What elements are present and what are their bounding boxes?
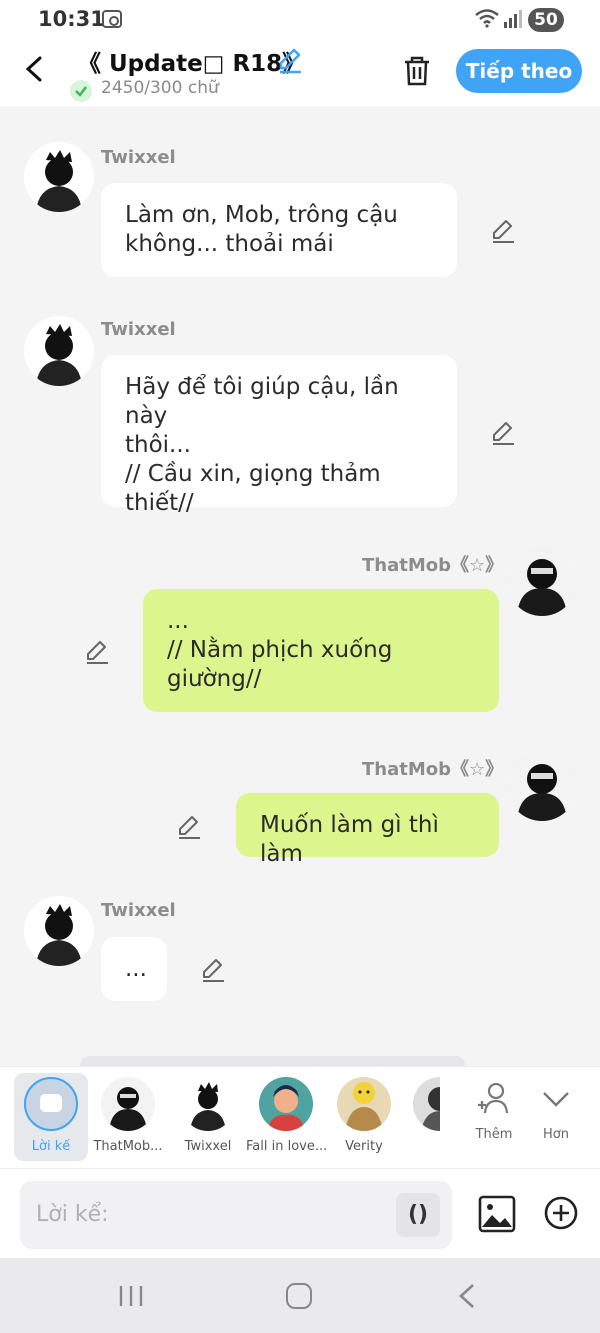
character-bar: Lời kế ThatMob... Twixxel Fall in love..… [0, 1066, 600, 1168]
add-character-button[interactable]: Thêm [464, 1081, 524, 1142]
add-circle-icon[interactable] [543, 1195, 579, 1231]
input-bar: Lời kể: () [0, 1168, 600, 1258]
edit-message-pencil-icon[interactable] [176, 813, 202, 839]
avatar-twixxel[interactable] [24, 896, 94, 966]
character-label: ThatMob... [93, 1139, 163, 1154]
status-bar: 10:31 50 [0, 0, 600, 40]
wifi-icon [475, 9, 499, 28]
home-icon[interactable] [286, 1283, 312, 1309]
character-thatmob[interactable]: ThatMob... [88, 1075, 168, 1161]
character-label: Lời kế [31, 1139, 71, 1154]
message-bubble[interactable]: Hãy để tôi giúp cậu, lần này thôi... // … [101, 355, 457, 516]
screenshot-icon [102, 10, 122, 28]
character-label: Verity [345, 1139, 383, 1154]
battery-indicator: 50 [528, 8, 564, 32]
message-bubble[interactable]: ... [101, 937, 167, 1001]
message-sender-name: ThatMob《☆》 [362, 759, 504, 780]
character-narrator[interactable]: Lời kế [14, 1073, 88, 1161]
edit-message-pencil-icon[interactable] [490, 419, 516, 445]
recent-apps-icon[interactable] [118, 1284, 144, 1308]
add-user-icon [478, 1082, 509, 1114]
message-sender-name: Twixxel [101, 147, 176, 168]
chevron-down-icon [543, 1092, 569, 1107]
character-partial[interactable] [400, 1075, 440, 1161]
character-avatar [181, 1077, 235, 1131]
edit-title-pencil-icon[interactable] [276, 46, 304, 74]
message-sender-name: ThatMob《☆》 [362, 555, 504, 576]
character-avatar [413, 1077, 440, 1131]
message-bubble[interactable]: ... // Nằm phịch xuống giường// [143, 589, 499, 712]
back-nav-icon[interactable] [456, 1282, 478, 1310]
avatar-thatmob[interactable] [507, 751, 577, 821]
message-sender-name: Twixxel [101, 900, 176, 921]
character-avatar [259, 1077, 313, 1131]
edit-message-pencil-icon[interactable] [490, 217, 516, 243]
avatar-twixxel[interactable] [24, 316, 94, 386]
more-button[interactable]: Hơn [526, 1081, 586, 1142]
narration-input[interactable]: Lời kể: [20, 1181, 452, 1249]
character-label: Twixxel [184, 1139, 232, 1154]
edit-message-pencil-icon[interactable] [200, 956, 226, 982]
check-icon [70, 80, 92, 102]
add-label: Thêm [475, 1127, 513, 1142]
system-nav-bar [0, 1258, 600, 1333]
character-avatar [337, 1077, 391, 1131]
edit-message-pencil-icon[interactable] [84, 638, 110, 664]
story-title: 《 Update□ R18》 [78, 51, 306, 77]
back-arrow-icon[interactable] [20, 54, 50, 84]
image-icon[interactable] [478, 1195, 516, 1233]
top-header: 《 Update□ R18》 2450/300 chữ Tiếp theo [0, 40, 600, 106]
signal-icon [504, 10, 522, 28]
character-fall-in-love[interactable]: Fall in love... [246, 1075, 326, 1161]
trash-icon[interactable] [400, 54, 434, 88]
message-bubble[interactable]: Muốn làm gì thì làm [236, 793, 499, 867]
narrator-chat-icon [24, 1077, 78, 1131]
character-twixxel[interactable]: Twixxel [168, 1075, 248, 1161]
more-label: Hơn [543, 1127, 569, 1142]
message-sender-name: Twixxel [101, 319, 176, 340]
character-verity[interactable]: Verity [324, 1075, 404, 1161]
message-bubble[interactable]: Làm ơn, Mob, trông cậu không... thoải má… [101, 183, 457, 277]
next-button[interactable]: Tiếp theo [456, 49, 582, 93]
parentheses-button[interactable]: () [396, 1193, 440, 1237]
character-label: Fall in love... [246, 1139, 326, 1154]
avatar-twixxel[interactable] [24, 142, 94, 212]
character-avatar [101, 1077, 155, 1131]
word-count: 2450/300 chữ [101, 78, 219, 98]
status-time: 10:31 [38, 7, 105, 31]
avatar-thatmob[interactable] [507, 546, 577, 616]
